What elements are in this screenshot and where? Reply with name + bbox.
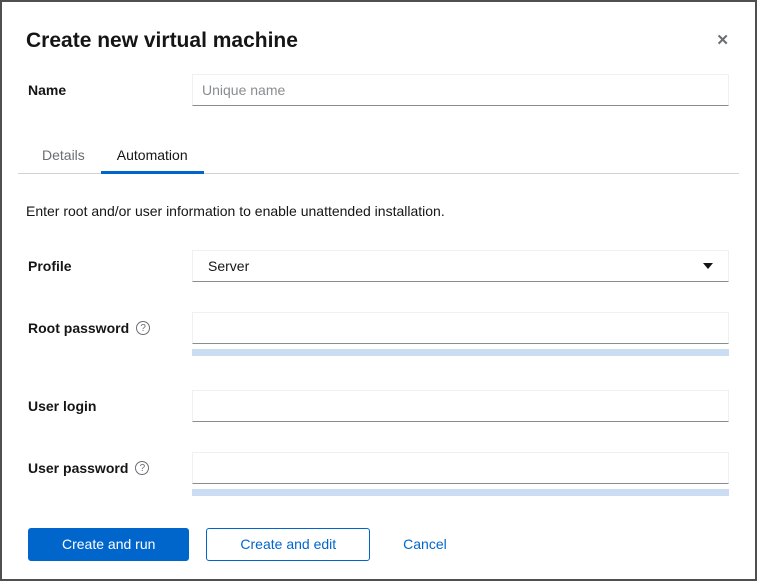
user-login-input[interactable] [192,390,729,422]
close-button[interactable]: ✕ [710,31,735,50]
automation-description: Enter root and/or user information to en… [26,203,445,219]
cancel-button[interactable]: Cancel [403,528,447,561]
user-password-input[interactable] [192,452,729,484]
tab-details[interactable]: Details [26,138,101,174]
create-vm-dialog: Create new virtual machine ✕ Name Detail… [0,0,757,581]
user-login-row: User login [2,390,755,422]
root-password-row: Root password ? [2,312,755,356]
tab-automation[interactable]: Automation [100,138,204,174]
user-password-strength-meter [192,489,729,496]
name-label: Name [28,82,67,98]
root-password-label: Root password [28,320,130,336]
tab-bar: Details Automation [18,138,739,174]
profile-label: Profile [28,258,72,274]
profile-selected-value: Server [208,258,250,274]
create-and-run-button[interactable]: Create and run [28,528,190,561]
profile-row: Profile Server [2,250,755,282]
user-login-label: User login [28,398,97,414]
root-password-strength-meter [192,349,729,356]
name-row: Name [2,74,755,106]
user-password-help-icon[interactable]: ? [135,461,150,475]
profile-select[interactable]: Server [192,250,729,282]
close-icon: ✕ [716,32,729,49]
dialog-header: Create new virtual machine ✕ [2,2,755,54]
dialog-footer: Create and run Create and edit Cancel [28,528,729,561]
root-password-input[interactable] [192,312,729,344]
root-password-help-icon[interactable]: ? [136,321,151,335]
user-password-row: User password ? [2,452,755,496]
create-and-edit-button[interactable]: Create and edit [206,528,371,561]
name-input[interactable] [192,74,729,106]
dialog-title: Create new virtual machine [26,29,298,52]
caret-down-icon [703,263,713,269]
user-password-label: User password [28,460,129,476]
